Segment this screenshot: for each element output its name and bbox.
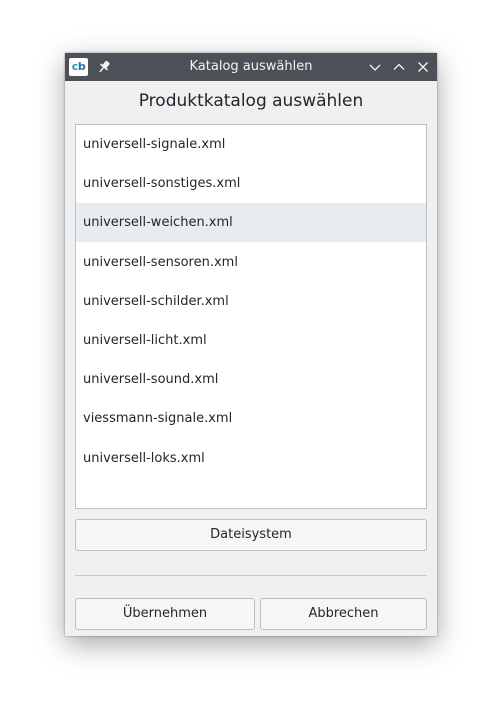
catalog-list-item[interactable]: universell-loks.xml bbox=[76, 439, 426, 478]
separator bbox=[75, 575, 427, 576]
catalog-list-item[interactable]: universell-licht.xml bbox=[76, 321, 426, 360]
close-icon[interactable] bbox=[416, 60, 430, 74]
filesystem-button[interactable]: Dateisystem bbox=[75, 519, 427, 551]
chevron-up-icon[interactable] bbox=[392, 60, 406, 74]
dialog-heading: Produktkatalog auswählen bbox=[138, 91, 364, 111]
catalog-list-item[interactable]: universell-schilder.xml bbox=[76, 282, 426, 321]
cancel-button[interactable]: Abbrechen bbox=[260, 598, 427, 630]
catalog-list-item[interactable]: viessmann-signale.xml bbox=[76, 399, 426, 438]
dialog-window: cb Katalog auswählen Produktkatalog ausw… bbox=[65, 53, 437, 636]
catalog-list[interactable]: universell-signale.xml universell-sonsti… bbox=[75, 124, 427, 509]
catalog-list-item[interactable]: universell-sonstiges.xml bbox=[76, 164, 426, 203]
title-bar[interactable]: cb Katalog auswählen bbox=[65, 53, 437, 81]
catalog-list-item[interactable]: universell-signale.xml bbox=[76, 125, 426, 164]
catalog-list-item[interactable]: universell-sound.xml bbox=[76, 360, 426, 399]
chevron-down-icon[interactable] bbox=[368, 60, 382, 74]
catalog-list-item[interactable]: universell-sensoren.xml bbox=[76, 243, 426, 282]
accept-button[interactable]: Übernehmen bbox=[75, 598, 255, 630]
catalog-list-item-selected[interactable]: universell-weichen.xml bbox=[76, 203, 426, 242]
